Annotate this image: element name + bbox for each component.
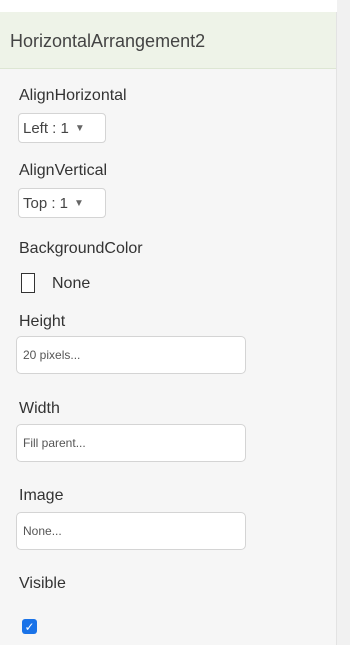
visible-checkbox[interactable]: ✓ [22,619,37,634]
image-field[interactable]: None... [16,512,246,550]
image-label: Image [19,487,64,504]
align-vertical-value: Top : 1 [23,194,69,212]
scrollbar-track[interactable] [337,0,350,645]
height-label: Height [19,313,66,330]
align-vertical-label: AlignVertical [19,162,108,179]
align-horizontal-label: AlignHorizontal [19,87,127,104]
properties-panel-page: HorizontalArrangement2 AlignHorizontal L… [0,0,350,645]
width-label: Width [19,400,60,417]
background-color-value[interactable]: None [52,275,90,293]
align-vertical-dropdown[interactable]: Top : 1 ▼ [18,188,106,218]
width-value: Fill parent... [23,436,86,450]
align-horizontal-value: Left : 1 [23,119,69,137]
component-title: HorizontalArrangement2 [10,31,206,51]
width-field[interactable]: Fill parent... [16,424,246,462]
align-horizontal-dropdown[interactable]: Left : 1 ▼ [18,113,106,143]
image-value: None... [23,524,62,538]
height-value: 20 pixels... [23,348,81,362]
background-color-swatch[interactable] [21,273,35,293]
component-header: HorizontalArrangement2 [0,12,336,69]
visible-label: Visible [19,575,66,592]
check-icon: ✓ [24,619,35,634]
chevron-down-icon: ▼ [74,197,84,209]
background-color-label: BackgroundColor [19,240,143,257]
height-field[interactable]: 20 pixels... [16,336,246,374]
chevron-down-icon: ▼ [74,122,85,134]
properties-panel: HorizontalArrangement2 AlignHorizontal L… [0,12,337,645]
